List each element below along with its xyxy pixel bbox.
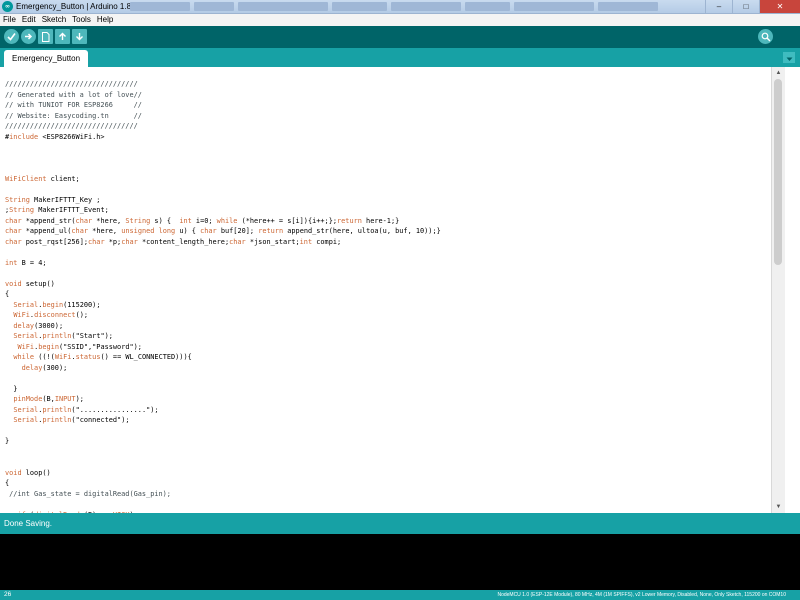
window-title: Emergency_Button | Arduino 1.8.3 [16, 2, 138, 11]
code-line[interactable]: { [5, 478, 441, 489]
status-bar: Done Saving. [0, 513, 800, 534]
scroll-down-icon[interactable]: ▼ [774, 503, 783, 511]
code-line[interactable]: #include <ESP8266WiFi.h> [5, 132, 441, 143]
verify-icon [7, 32, 16, 41]
editor-vertical-scrollbar[interactable]: ▲ ▼ [771, 67, 785, 513]
code-line[interactable] [5, 163, 441, 174]
menu-file[interactable]: File [0, 14, 19, 26]
code-line[interactable]: int B = 4; [5, 258, 441, 269]
open-sketch-button[interactable] [55, 29, 70, 44]
code-line[interactable]: Serial.println("Start"); [5, 331, 441, 342]
code-line[interactable]: String MakerIFTTT_Key ; [5, 195, 441, 206]
save-icon [75, 32, 84, 41]
close-button[interactable]: ✕ [759, 0, 800, 13]
upload-button[interactable] [21, 29, 36, 44]
code-line[interactable]: void loop() [5, 468, 441, 479]
code-line[interactable]: //////////////////////////////// [5, 121, 441, 132]
code-line[interactable] [5, 268, 441, 279]
minimize-button[interactable]: – [705, 0, 732, 13]
arduino-app-icon: ∞ [2, 1, 13, 12]
code-line[interactable] [5, 184, 441, 195]
code-line[interactable]: } [5, 384, 441, 395]
window-controls: – □ ✕ [705, 0, 800, 13]
maximize-button[interactable]: □ [732, 0, 759, 13]
code-line[interactable] [5, 373, 441, 384]
new-icon [41, 31, 50, 42]
footer-bar: 26 NodeMCU 1.0 (ESP-12E Module), 80 MHz,… [0, 590, 800, 600]
line-number: 26 [4, 591, 12, 598]
code-line[interactable]: // Website: Easycoding.tn // [5, 111, 441, 122]
code-line[interactable]: } [5, 436, 441, 447]
code-line[interactable]: Serial.begin(115200); [5, 300, 441, 311]
code-line[interactable] [5, 247, 441, 258]
menu-help[interactable]: Help [94, 14, 116, 26]
board-info: NodeMCU 1.0 (ESP-12E Module), 80 MHz, 4M… [497, 592, 786, 598]
code-line[interactable]: //int Gas_state = digitalRead(Gas_pin); [5, 489, 441, 500]
code-line[interactable]: { [5, 289, 441, 300]
code-line[interactable] [5, 426, 441, 437]
serial-monitor-button[interactable] [758, 29, 773, 44]
code-line[interactable]: char *append_ul(char *here, unsigned lon… [5, 226, 441, 237]
toolbar [0, 26, 800, 48]
code-line[interactable]: WiFi.begin("SSID","Password"); [5, 342, 441, 353]
save-sketch-button[interactable] [72, 29, 87, 44]
scrollbar-thumb[interactable] [774, 79, 782, 265]
code-line[interactable]: WiFi.disconnect(); [5, 310, 441, 321]
code-line[interactable] [5, 153, 441, 164]
code-editor[interactable]: ////////////////////////////////// Gener… [0, 67, 771, 513]
new-sketch-button[interactable] [38, 29, 53, 44]
code-line[interactable] [5, 447, 441, 458]
verify-button[interactable] [4, 29, 19, 44]
code-line[interactable] [5, 457, 441, 468]
menu-bar: File Edit Sketch Tools Help [0, 14, 800, 26]
serial-monitor-icon [761, 32, 771, 42]
code-line[interactable]: pinMode(B,INPUT); [5, 394, 441, 405]
code-line[interactable]: char post_rqst[256];char *p;char *conten… [5, 237, 441, 248]
upload-icon [24, 32, 33, 41]
code-line[interactable]: WiFiClient client; [5, 174, 441, 185]
tab-menu-button[interactable] [783, 52, 795, 63]
code-line[interactable]: while ((!(WiFi.status() == WL_CONNECTED)… [5, 352, 441, 363]
menu-tools[interactable]: Tools [69, 14, 94, 26]
code-line[interactable]: char *append_str(char *here, String s) {… [5, 216, 441, 227]
tab-bar: Emergency_Button [0, 48, 800, 67]
title-bar-decoration [130, 2, 690, 11]
code-line[interactable] [5, 142, 441, 153]
code-line[interactable]: // Generated with a lot of love// [5, 90, 441, 101]
chevron-down-icon [786, 49, 793, 67]
menu-sketch[interactable]: Sketch [39, 14, 69, 26]
code-line[interactable]: Serial.println("................"); [5, 405, 441, 416]
tab-emergency-button[interactable]: Emergency_Button [4, 50, 89, 67]
menu-edit[interactable]: Edit [19, 14, 39, 26]
code-line[interactable]: //////////////////////////////// [5, 79, 441, 90]
open-icon [58, 32, 67, 41]
code-line[interactable]: ;String MakerIFTTT_Event; [5, 205, 441, 216]
console-output[interactable] [0, 534, 800, 590]
code-line[interactable]: void setup() [5, 279, 441, 290]
scroll-up-icon[interactable]: ▲ [774, 69, 783, 77]
window-title-bar: ∞ Emergency_Button | Arduino 1.8.3 – □ ✕ [0, 0, 800, 14]
status-message: Done Saving. [4, 519, 53, 528]
code-line[interactable]: Serial.println("connected"); [5, 415, 441, 426]
code-text[interactable]: ////////////////////////////////// Gener… [5, 79, 441, 513]
code-line[interactable]: delay(300); [5, 363, 441, 374]
code-line[interactable]: // with TUNIOT FOR ESP8266 // [5, 100, 441, 111]
code-line[interactable] [5, 499, 441, 510]
code-line[interactable]: delay(3000); [5, 321, 441, 332]
editor-gutter [785, 67, 800, 513]
